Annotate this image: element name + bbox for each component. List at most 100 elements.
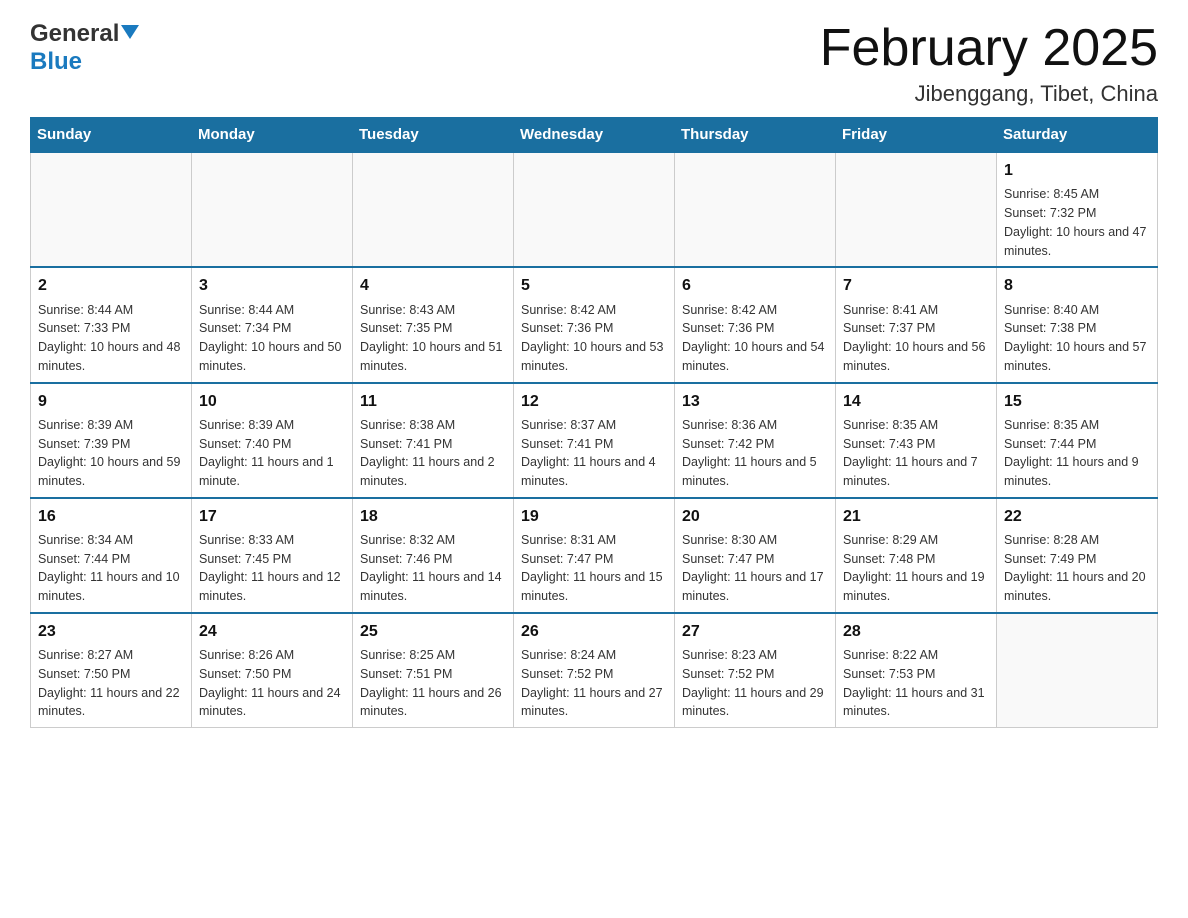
day-info: Sunrise: 8:31 AM Sunset: 7:47 PM Dayligh… <box>521 531 667 606</box>
day-number: 10 <box>199 390 345 413</box>
page-header: General Blue February 2025 Jibenggang, T… <box>30 20 1158 107</box>
calendar-cell: 28Sunrise: 8:22 AM Sunset: 7:53 PM Dayli… <box>836 613 997 728</box>
calendar-cell: 25Sunrise: 8:25 AM Sunset: 7:51 PM Dayli… <box>353 613 514 728</box>
calendar-cell: 10 Sunrise: 8:39 AM Sunset: 7:40 PM Dayli… <box>192 383 353 498</box>
day-number: 13 <box>682 390 828 413</box>
calendar-cell: 13 Sunrise: 8:36 AM Sunset: 7:42 PM Dayli… <box>675 383 836 498</box>
calendar-cell: 8 Sunrise: 8:40 AM Sunset: 7:38 PM Daylig… <box>997 267 1158 382</box>
day-of-week-sunday: Sunday <box>31 118 192 153</box>
calendar-cell: 1Sunrise: 8:45 AM Sunset: 7:32 PM Daylig… <box>997 152 1158 267</box>
calendar-cell: 24 Sunrise: 8:26 AM Sunset: 7:50 PM Dayli… <box>192 613 353 728</box>
day-of-week-saturday: Saturday <box>997 118 1158 153</box>
day-number: 15 <box>1004 390 1150 413</box>
calendar-cell: 16 Sunrise: 8:34 AM Sunset: 7:44 PM Dayli… <box>31 498 192 613</box>
day-number: 23 <box>38 620 184 643</box>
logo-general-text: General <box>30 20 119 48</box>
day-number: 2 <box>38 274 184 297</box>
calendar-cell: 22 Sunrise: 8:28 AM Sunset: 7:49 PM Dayli… <box>997 498 1158 613</box>
calendar-cell <box>353 152 514 267</box>
day-info: Sunrise: 8:23 AM Sunset: 7:52 PM Dayligh… <box>682 646 828 721</box>
day-info: Sunrise: 8:36 AM Sunset: 7:42 PM Dayligh… <box>682 416 828 491</box>
calendar-week-3: 9 Sunrise: 8:39 AM Sunset: 7:39 PM Daylig… <box>31 383 1158 498</box>
calendar-cell: 21Sunrise: 8:29 AM Sunset: 7:48 PM Dayli… <box>836 498 997 613</box>
calendar-cell: 2 Sunrise: 8:44 AM Sunset: 7:33 PM Daylig… <box>31 267 192 382</box>
day-info: Sunrise: 8:24 AM Sunset: 7:52 PM Dayligh… <box>521 646 667 721</box>
day-number: 26 <box>521 620 667 643</box>
day-info: Sunrise: 8:32 AM Sunset: 7:46 PM Dayligh… <box>360 531 506 606</box>
day-info: Sunrise: 8:33 AM Sunset: 7:45 PM Dayligh… <box>199 531 345 606</box>
day-number: 24 <box>199 620 345 643</box>
calendar-body: 1Sunrise: 8:45 AM Sunset: 7:32 PM Daylig… <box>31 152 1158 727</box>
day-number: 9 <box>38 390 184 413</box>
day-info: Sunrise: 8:38 AM Sunset: 7:41 PM Dayligh… <box>360 416 506 491</box>
day-number: 18 <box>360 505 506 528</box>
calendar-cell: 23 Sunrise: 8:27 AM Sunset: 7:50 PM Dayli… <box>31 613 192 728</box>
day-header-row: SundayMondayTuesdayWednesdayThursdayFrid… <box>31 118 1158 153</box>
logo-triangle-icon <box>121 25 139 39</box>
calendar-cell <box>514 152 675 267</box>
day-of-week-wednesday: Wednesday <box>514 118 675 153</box>
day-info: Sunrise: 8:39 AM Sunset: 7:40 PM Dayligh… <box>199 416 345 491</box>
calendar-week-4: 16 Sunrise: 8:34 AM Sunset: 7:44 PM Dayli… <box>31 498 1158 613</box>
calendar-cell: 4 Sunrise: 8:43 AM Sunset: 7:35 PM Daylig… <box>353 267 514 382</box>
day-info: Sunrise: 8:42 AM Sunset: 7:36 PM Dayligh… <box>682 301 828 376</box>
logo: General Blue <box>30 20 139 76</box>
calendar-week-5: 23 Sunrise: 8:27 AM Sunset: 7:50 PM Dayli… <box>31 613 1158 728</box>
day-number: 25 <box>360 620 506 643</box>
day-info: Sunrise: 8:34 AM Sunset: 7:44 PM Dayligh… <box>38 531 184 606</box>
calendar-cell <box>836 152 997 267</box>
day-number: 28 <box>843 620 989 643</box>
calendar-cell: 3 Sunrise: 8:44 AM Sunset: 7:34 PM Daylig… <box>192 267 353 382</box>
calendar-cell: 5Sunrise: 8:42 AM Sunset: 7:36 PM Daylig… <box>514 267 675 382</box>
day-number: 20 <box>682 505 828 528</box>
day-info: Sunrise: 8:45 AM Sunset: 7:32 PM Dayligh… <box>1004 185 1150 260</box>
day-number: 16 <box>38 505 184 528</box>
calendar-cell <box>31 152 192 267</box>
calendar-cell: 6 Sunrise: 8:42 AM Sunset: 7:36 PM Daylig… <box>675 267 836 382</box>
day-number: 3 <box>199 274 345 297</box>
day-info: Sunrise: 8:27 AM Sunset: 7:50 PM Dayligh… <box>38 646 184 721</box>
day-of-week-tuesday: Tuesday <box>353 118 514 153</box>
location-subtitle: Jibenggang, Tibet, China <box>820 81 1158 107</box>
day-of-week-thursday: Thursday <box>675 118 836 153</box>
calendar-cell: 18 Sunrise: 8:32 AM Sunset: 7:46 PM Dayli… <box>353 498 514 613</box>
day-info: Sunrise: 8:28 AM Sunset: 7:49 PM Dayligh… <box>1004 531 1150 606</box>
calendar-cell: 17Sunrise: 8:33 AM Sunset: 7:45 PM Dayli… <box>192 498 353 613</box>
calendar-week-1: 1Sunrise: 8:45 AM Sunset: 7:32 PM Daylig… <box>31 152 1158 267</box>
day-number: 11 <box>360 390 506 413</box>
calendar-cell: 26 Sunrise: 8:24 AM Sunset: 7:52 PM Dayli… <box>514 613 675 728</box>
calendar-cell: 15 Sunrise: 8:35 AM Sunset: 7:44 PM Dayli… <box>997 383 1158 498</box>
day-info: Sunrise: 8:29 AM Sunset: 7:48 PM Dayligh… <box>843 531 989 606</box>
day-info: Sunrise: 8:43 AM Sunset: 7:35 PM Dayligh… <box>360 301 506 376</box>
calendar-cell <box>675 152 836 267</box>
day-info: Sunrise: 8:40 AM Sunset: 7:38 PM Dayligh… <box>1004 301 1150 376</box>
calendar-cell: 27 Sunrise: 8:23 AM Sunset: 7:52 PM Dayli… <box>675 613 836 728</box>
day-number: 19 <box>521 505 667 528</box>
calendar-cell <box>192 152 353 267</box>
day-info: Sunrise: 8:41 AM Sunset: 7:37 PM Dayligh… <box>843 301 989 376</box>
calendar-cell: 14Sunrise: 8:35 AM Sunset: 7:43 PM Dayli… <box>836 383 997 498</box>
calendar-cell: 19 Sunrise: 8:31 AM Sunset: 7:47 PM Dayli… <box>514 498 675 613</box>
day-number: 6 <box>682 274 828 297</box>
day-info: Sunrise: 8:39 AM Sunset: 7:39 PM Dayligh… <box>38 416 184 491</box>
title-area: February 2025 Jibenggang, Tibet, China <box>820 20 1158 107</box>
day-info: Sunrise: 8:26 AM Sunset: 7:50 PM Dayligh… <box>199 646 345 721</box>
logo-blue-text: Blue <box>30 48 82 75</box>
day-number: 4 <box>360 274 506 297</box>
day-info: Sunrise: 8:35 AM Sunset: 7:44 PM Dayligh… <box>1004 416 1150 491</box>
calendar-cell <box>997 613 1158 728</box>
calendar-cell: 20Sunrise: 8:30 AM Sunset: 7:47 PM Dayli… <box>675 498 836 613</box>
month-title: February 2025 <box>820 20 1158 77</box>
calendar-table: SundayMondayTuesdayWednesdayThursdayFrid… <box>30 117 1158 728</box>
day-of-week-friday: Friday <box>836 118 997 153</box>
day-number: 14 <box>843 390 989 413</box>
day-number: 8 <box>1004 274 1150 297</box>
calendar-cell: 11 Sunrise: 8:38 AM Sunset: 7:41 PM Dayli… <box>353 383 514 498</box>
day-number: 27 <box>682 620 828 643</box>
day-info: Sunrise: 8:44 AM Sunset: 7:34 PM Dayligh… <box>199 301 345 376</box>
day-number: 22 <box>1004 505 1150 528</box>
day-info: Sunrise: 8:44 AM Sunset: 7:33 PM Dayligh… <box>38 301 184 376</box>
day-of-week-monday: Monday <box>192 118 353 153</box>
day-info: Sunrise: 8:37 AM Sunset: 7:41 PM Dayligh… <box>521 416 667 491</box>
calendar-header: SundayMondayTuesdayWednesdayThursdayFrid… <box>31 118 1158 153</box>
